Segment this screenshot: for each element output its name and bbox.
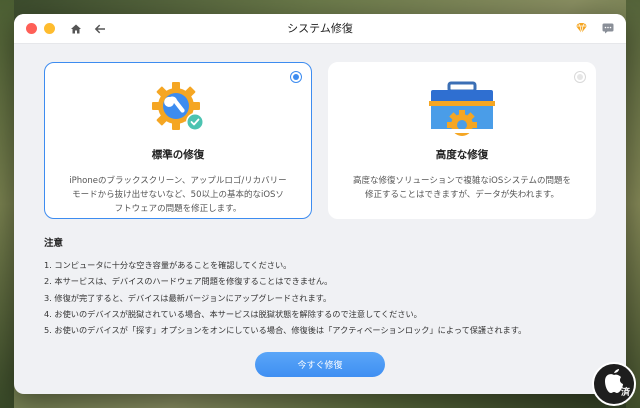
note-item: 2. 本サービスは、デバイスのハードウェア問題を修復することはできません。 [44,276,333,287]
advanced-repair-description: 高度な修復ソリューションで複雑なiOSシステムの問題を修正することはできますが、… [352,176,572,200]
desktop-background-left [0,0,14,408]
watermark-text: 済 [620,388,630,398]
repair-now-button[interactable]: 今すぐ修復 [255,352,385,378]
note-item: 1. コンピュータに十分な空き容量があることを確認してください。 [44,260,292,270]
repair-mode-options: 標準の修復 iPhoneのブラックスクリーン、アップルロゴ/リカバリーモードから… [44,62,596,219]
standard-repair-title: 標準の修復 [151,149,205,161]
watermark-badge: 済 [592,362,636,406]
notes-title: 注意 [44,238,64,249]
note-item: 4. お使いのデバイスが脱獄されている場合、本サービスは脱獄状態を解除するので注… [44,308,422,319]
note-item: 3. 修復が完了すると、デバイスは最新バージョンにアップグレードされます。 [44,292,332,303]
standard-repair-card[interactable]: 標準の修復 iPhoneのブラックスクリーン、アップルロゴ/リカバリーモードから… [44,62,312,219]
gear-wrench-check-icon [152,82,204,131]
close-window-button[interactable] [26,23,37,34]
notes-list: 1. コンピュータに十分な空き容量があることを確認してください。 2. 本サービ… [44,257,596,338]
window-controls [26,23,55,34]
advanced-repair-title: 高度な修復 [435,149,489,161]
title-bar: システム修復 [14,14,626,44]
premium-diamond-icon[interactable] [575,19,588,38]
toolbox-gear-icon [429,81,495,136]
back-arrow-icon[interactable] [93,22,107,36]
advanced-repair-card[interactable]: 高度な修復 高度な修復ソリューションで複雑なiOSシステムの問題を修正することは… [328,62,596,219]
advanced-repair-radio[interactable] [574,71,586,83]
home-icon[interactable] [69,22,83,36]
desktop-background-right [626,0,640,408]
app-window: システム修復 標準の修復 iPhoneのブラックスクリーン、アップルロゴ/リカバ… [14,14,626,394]
standard-repair-radio[interactable] [290,71,302,83]
feedback-message-icon[interactable] [602,19,614,38]
standard-repair-description: iPhoneのブラックスクリーン、アップルロゴ/リカバリーモードから抜け出せない… [69,176,287,214]
note-item: 5. お使いのデバイスが「探す」オプションをオンにしている場合、修復後は「アクテ… [44,325,527,336]
minimize-window-button[interactable] [44,23,55,34]
notes-section: 注意 1. コンピュータに十分な空き容量があることを確認してください。 2. 本… [44,235,596,338]
